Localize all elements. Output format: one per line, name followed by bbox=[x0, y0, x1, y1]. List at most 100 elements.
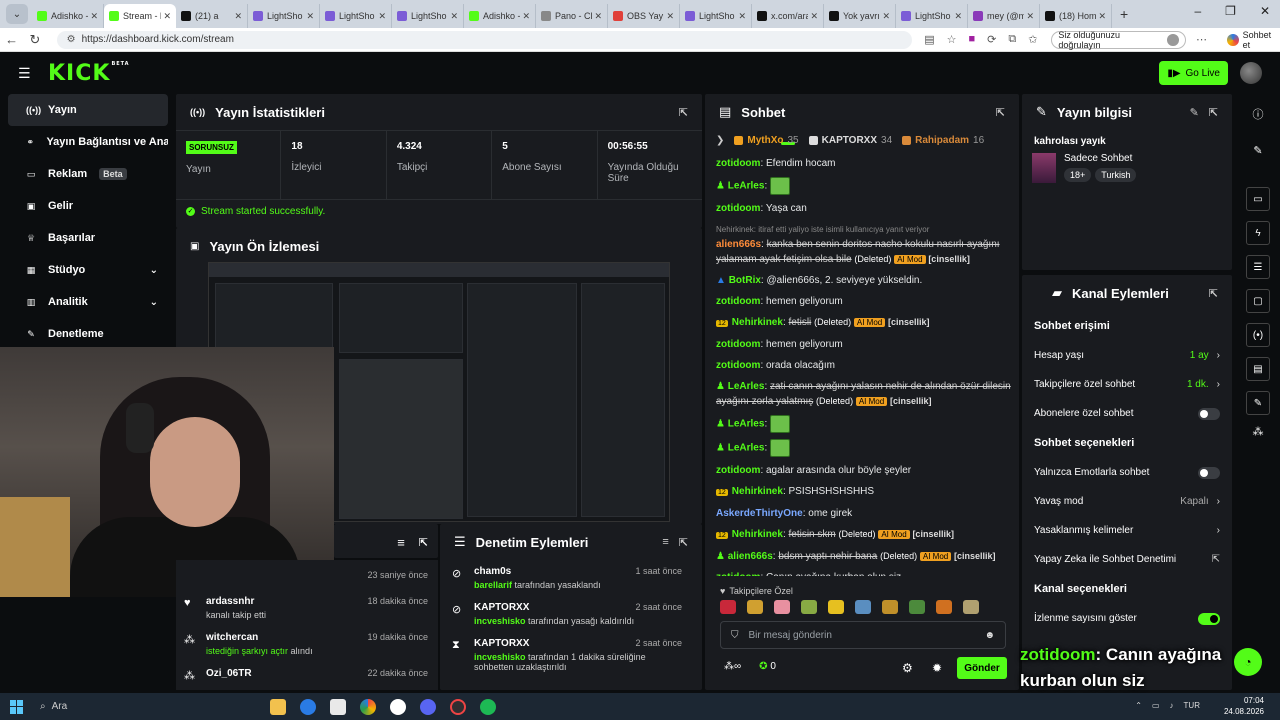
more-menu-icon[interactable]: ⋯ bbox=[1196, 33, 1207, 46]
chat-message[interactable]: ▲ BotRix: @alien666s, 2. seviyeye yüksel… bbox=[716, 273, 1012, 288]
chat-message[interactable]: zotidoom: hemen geliyorum bbox=[716, 337, 1012, 352]
browser-tab[interactable]: (21) a ✕ bbox=[176, 4, 248, 28]
chat-toolbar-icon[interactable]: ▢ bbox=[1246, 289, 1270, 313]
top-gifter[interactable]: KAPTORXX 34 bbox=[808, 135, 892, 146]
setting-row[interactable]: Yavaş mod Kapalı › bbox=[1022, 487, 1232, 516]
chat-message[interactable]: ♟ LeArles: bbox=[716, 177, 1012, 195]
start-icon[interactable] bbox=[10, 699, 24, 714]
back-icon[interactable]: ← bbox=[0, 32, 23, 47]
top-gifter[interactable]: Rahipadam 16 bbox=[902, 135, 984, 146]
popout-icon[interactable]: ⇱ bbox=[1209, 106, 1218, 119]
browser-tab[interactable]: LightSho ✕ bbox=[248, 4, 320, 28]
reader-icon[interactable]: ▤ bbox=[924, 33, 934, 46]
tab-close-icon[interactable]: ✕ bbox=[810, 11, 818, 22]
steam-icon[interactable] bbox=[390, 698, 406, 715]
chat-username[interactable]: zotidoom bbox=[716, 465, 760, 476]
tab-close-icon[interactable]: ✕ bbox=[163, 11, 171, 22]
browser-tab[interactable]: (18) Hom ✕ bbox=[1040, 4, 1112, 28]
popout-icon[interactable]: ⇱ bbox=[1209, 287, 1218, 300]
browser-tab[interactable]: Yok yavrı ✕ bbox=[824, 4, 896, 28]
emote-icon[interactable] bbox=[855, 600, 871, 614]
sidebar-item-6[interactable]: ▥ Analitik ⌄ bbox=[8, 286, 168, 318]
browser-tab[interactable]: Stream - k ✕ bbox=[104, 4, 176, 28]
sidebar-item-0[interactable]: ((•)) Yayın bbox=[8, 94, 168, 126]
emoji-icon[interactable]: ☻ bbox=[984, 630, 995, 641]
chat-username[interactable]: LeArles bbox=[728, 443, 765, 454]
chat-username[interactable]: Nehirkinek bbox=[732, 486, 783, 497]
tab-list-button[interactable]: ⌄ bbox=[6, 4, 28, 24]
chat-message[interactable]: zotidoom: agalar arasında olur böyle şey… bbox=[716, 463, 1012, 478]
chat-username[interactable]: BotRix bbox=[729, 275, 761, 286]
chat-username[interactable]: AskerdeThirtyOne bbox=[716, 508, 803, 519]
chat-username[interactable]: alien666s bbox=[728, 551, 773, 562]
verify-identity-button[interactable]: Siz olduğunuzu doğrulayın bbox=[1051, 30, 1187, 50]
setting-row[interactable]: Yasaklanmış kelimeler › bbox=[1022, 516, 1232, 545]
tab-close-icon[interactable]: ✕ bbox=[594, 11, 602, 22]
edge-icon[interactable] bbox=[300, 698, 316, 715]
chat-message[interactable]: 12 Nehirkinek: fetisli (Deleted) AI Mod [… bbox=[716, 315, 1012, 331]
popout-icon[interactable]: ⇱ bbox=[679, 536, 688, 549]
chat-message[interactable]: zotidoom: Canın ayağına kurban olun siz bbox=[716, 570, 1012, 576]
browser-tab[interactable]: LightSho ✕ bbox=[896, 4, 968, 28]
favorites-icon[interactable]: ✩ bbox=[1028, 33, 1037, 46]
chat-message[interactable]: Nehirkinek: itiraf etti yaliyo iste isim… bbox=[716, 222, 1012, 267]
notes-icon[interactable] bbox=[330, 698, 346, 715]
chat-username[interactable]: Nehirkinek bbox=[732, 529, 783, 540]
sidebar-item-2[interactable]: ▭ Reklam Beta bbox=[8, 158, 168, 190]
taskbar-search[interactable]: ⌕ Ara bbox=[40, 701, 190, 712]
kick-points-toolbar-icon[interactable]: ⁂ bbox=[1236, 425, 1280, 438]
emote-icon[interactable] bbox=[882, 600, 898, 614]
chat-username[interactable]: zotidoom bbox=[716, 339, 760, 350]
chat-message[interactable]: ♟ LeArles: bbox=[716, 415, 1012, 433]
tab-close-icon[interactable]: ✕ bbox=[522, 11, 530, 22]
moderation-row[interactable]: ⊘ KAPTORXX incveshisko tarafından yasağı k… bbox=[452, 596, 702, 632]
info-icon[interactable]: ⓘ bbox=[1236, 106, 1280, 122]
chat-message[interactable]: zotidoom: orada olacağım bbox=[716, 358, 1012, 373]
tab-close-icon[interactable]: ✕ bbox=[1026, 11, 1034, 22]
browser-tab[interactable]: Pano - Cl ✕ bbox=[536, 4, 608, 28]
chat-message[interactable]: ♟ alien666s: bdsm yaptı nehir bana (Dele… bbox=[716, 549, 1012, 564]
setting-toggle[interactable] bbox=[1198, 407, 1220, 420]
chat-message[interactable]: zotidoom: hemen geliyorum bbox=[716, 294, 1012, 309]
browser-tab[interactable]: mey (@m ✕ bbox=[968, 4, 1040, 28]
edit-icon[interactable]: ✎ bbox=[1190, 106, 1199, 119]
refresh-ext-icon[interactable]: ⟳ bbox=[987, 33, 996, 46]
chat-username[interactable]: zotidoom bbox=[716, 572, 760, 576]
bookmark-star-icon[interactable]: ☆ bbox=[947, 33, 957, 46]
moderation-row[interactable]: ⊘ cham0s barellarif tarafından yasaklandı 1… bbox=[452, 560, 702, 596]
emote-icon[interactable] bbox=[747, 600, 763, 614]
emote-icon[interactable] bbox=[720, 600, 736, 614]
collections-icon[interactable]: ⧉ bbox=[1008, 33, 1016, 46]
tab-close-icon[interactable]: ✕ bbox=[882, 11, 890, 22]
chat-username[interactable]: zotidoom bbox=[716, 203, 760, 214]
browser-tab[interactable]: Adishko - ✕ bbox=[32, 4, 104, 28]
chat-message[interactable]: ♟ LeArles: bbox=[716, 439, 1012, 457]
storage-icon[interactable]: ▤ bbox=[1246, 357, 1270, 381]
activity-row[interactable]: ⁂ witchercan istediğin şarkıyı açtır alınd… bbox=[184, 626, 438, 662]
sidebar-item-5[interactable]: ▦ Stüdyo ⌄ bbox=[8, 254, 168, 286]
floating-chat-icon[interactable]: ◔ bbox=[1234, 648, 1262, 676]
tab-close-icon[interactable]: ✕ bbox=[378, 11, 386, 22]
popout-icon[interactable]: ⇱ bbox=[419, 536, 428, 549]
setting-row[interactable]: Yapay Zeka ile Sohbet Denetimi ⇱ bbox=[1022, 545, 1232, 574]
emote-icon[interactable] bbox=[828, 600, 844, 614]
top-gifter[interactable]: MythXo 35 bbox=[734, 135, 799, 146]
chat-message[interactable]: AskerdeThirtyOne: ome girek bbox=[716, 506, 1012, 521]
chat-input[interactable]: ⛉ Bir mesaj gönderin ☻ bbox=[720, 621, 1006, 649]
setting-row[interactable]: İzlenme sayısını göster bbox=[1022, 604, 1232, 633]
language-label[interactable]: TUR bbox=[1184, 701, 1200, 710]
bolt-icon[interactable]: ϟ bbox=[1246, 221, 1270, 245]
filter-icon[interactable]: ≡ bbox=[662, 536, 668, 548]
url-field[interactable]: ⚙ https://dashboard.kick.com/stream bbox=[56, 30, 913, 49]
maximize-icon[interactable]: ❐ bbox=[1225, 4, 1236, 18]
browser-tab[interactable]: Adishko - ✕ bbox=[464, 4, 536, 28]
tab-close-icon[interactable]: ✕ bbox=[738, 11, 746, 22]
tab-close-icon[interactable]: ✕ bbox=[954, 11, 962, 22]
setting-row[interactable]: Hesap yaşı 1 ay › bbox=[1022, 341, 1232, 370]
browser-tab[interactable]: LightSho ✕ bbox=[680, 4, 752, 28]
chat-username[interactable]: zotidoom bbox=[716, 158, 760, 169]
tab-close-icon[interactable]: ✕ bbox=[90, 11, 98, 22]
browser-tab[interactable]: LightSho ✕ bbox=[392, 4, 464, 28]
stream-tag[interactable]: Turkish bbox=[1095, 168, 1137, 182]
file-explorer-icon[interactable] bbox=[270, 698, 286, 715]
